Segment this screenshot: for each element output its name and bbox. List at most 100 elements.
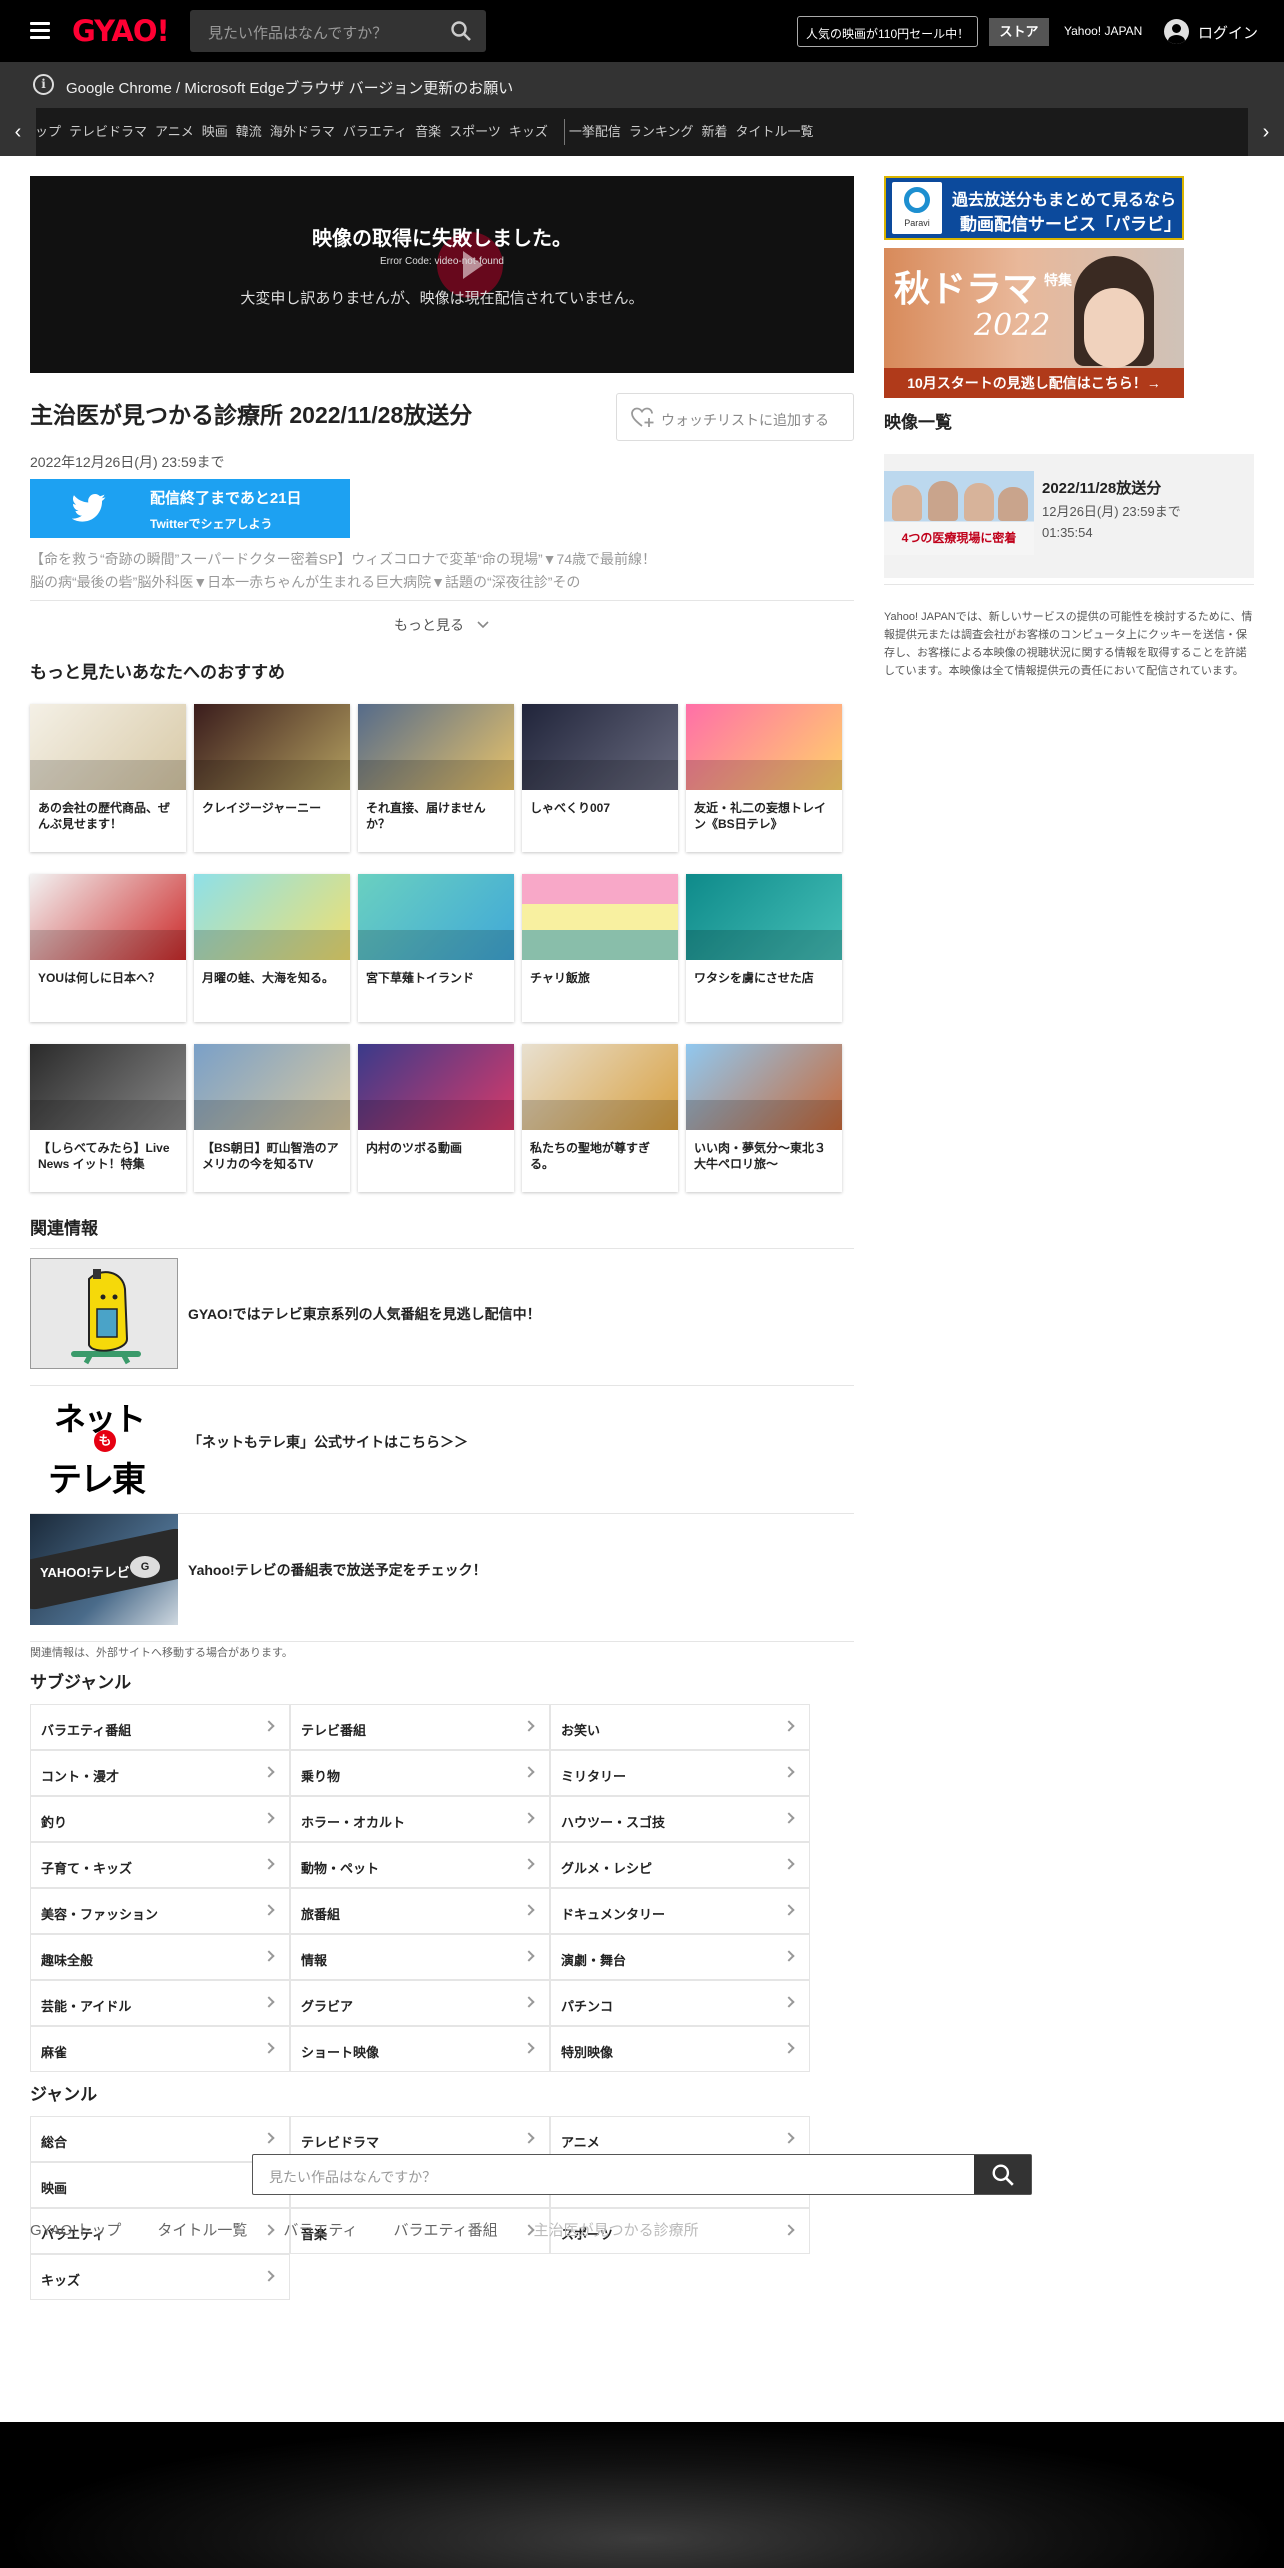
- promo-banner[interactable]: 人気の映画が110円セール中！: [797, 16, 979, 47]
- subgenre-link[interactable]: 趣味全般: [30, 1934, 290, 1980]
- subgenre-link[interactable]: 情報: [290, 1934, 550, 1980]
- yahoo-japan-link[interactable]: Yahoo! JAPAN: [1064, 24, 1142, 38]
- nav-item[interactable]: バラエティ: [343, 108, 417, 156]
- autumn-drama-banner[interactable]: 秋ドラマ 特集 2022 10月スタートの見逃し配信はこちら！→: [884, 248, 1184, 398]
- nav-item[interactable]: アニメ: [155, 108, 204, 156]
- autumn-drama-sub: 特集: [1044, 272, 1072, 288]
- subgenre-link[interactable]: ショート映像: [290, 2026, 550, 2072]
- nav-left-arrow-icon[interactable]: ‹: [0, 108, 36, 156]
- nav-item[interactable]: スポーツ: [449, 108, 511, 156]
- subgenre-link[interactable]: ホラー・オカルト: [290, 1796, 550, 1842]
- nav-item[interactable]: トップ: [36, 108, 71, 156]
- yahoo-cookie-note: Yahoo! JAPANでは、新しいサービスの提供の可能性を検討するために、情報…: [884, 611, 1253, 677]
- genre-link[interactable]: キッズ: [30, 2254, 290, 2300]
- recommend-card[interactable]: 【しらべてみたら】Live News イット！特集: [30, 1044, 186, 1192]
- related-item[interactable]: GYAO!ではテレビ東京系列の人気番組を見逃し配信中！: [30, 1258, 854, 1386]
- genre-link[interactable]: 映画: [30, 2162, 290, 2208]
- recommend-card[interactable]: それ直接、届けませんか？: [358, 704, 514, 852]
- recommend-card[interactable]: 私たちの聖地が尊すぎる。: [522, 1044, 678, 1192]
- program-title: 主治医が見つかる診療所 2022/11/28放送分: [30, 402, 473, 428]
- recommend-card[interactable]: いい肉・夢気分～東北３大牛ペロリ旅～: [686, 1044, 842, 1192]
- recommend-card[interactable]: 宮下草薙トイランド: [358, 874, 514, 1022]
- bottom-search-button[interactable]: [974, 2155, 1031, 2194]
- subgenre-link[interactable]: テレビ番組: [290, 1704, 550, 1750]
- video-player[interactable]: 映像の取得に失敗しました。 Error Code: video-not-foun…: [30, 176, 854, 373]
- subgenre-link[interactable]: 麻雀: [30, 2026, 290, 2072]
- nav-item[interactable]: タイトル一覧: [736, 108, 824, 156]
- subgenre-link[interactable]: ドキュメンタリー: [550, 1888, 810, 1934]
- subgenre-link[interactable]: 芸能・アイドル: [30, 1980, 290, 2026]
- recommend-title: いい肉・夢気分～東北３大牛ペロリ旅～: [694, 1141, 827, 1171]
- video-list-item[interactable]: 4つの医療現場に密着 2022/11/28放送分 12月26日(月) 23:59…: [884, 454, 1254, 578]
- genre-link[interactable]: 総合: [30, 2116, 290, 2162]
- recommend-title: 友近・礼二の妄想トレイン《BS日テレ》: [694, 801, 827, 831]
- gyao-logo[interactable]: GYAO!: [72, 14, 170, 48]
- nav-item[interactable]: ランキング: [629, 108, 704, 156]
- recommend-card[interactable]: YOUは何しに日本へ？: [30, 874, 186, 1022]
- nav-right-arrow-icon[interactable]: ›: [1248, 108, 1284, 156]
- twitter-icon: [72, 493, 106, 522]
- recommend-thumbnail: [194, 874, 350, 960]
- genre-label: 総合: [41, 2135, 68, 2150]
- related-item[interactable]: YAHOO!テレビ G Yahoo!テレビの番組表で放送予定をチェック！: [30, 1514, 854, 1642]
- paravi-banner[interactable]: Paravi 過去放送分もまとめて見るなら 動画配信サービス「パラビ」: [884, 176, 1184, 240]
- chevron-right-icon: [783, 1996, 795, 2008]
- watchlist-button[interactable]: ウォッチリストに追加する: [616, 393, 854, 441]
- nav-item[interactable]: 新着: [701, 108, 737, 156]
- paravi-line1: 過去放送分もまとめて見るなら: [952, 192, 1177, 209]
- recommend-card[interactable]: チャリ飯旅: [522, 874, 678, 1022]
- store-button[interactable]: ストア: [989, 18, 1049, 46]
- breadcrumb-item[interactable]: バラエティ: [283, 2222, 357, 2239]
- recommend-card[interactable]: 月曜の蛙、大海を知る。: [194, 874, 350, 1022]
- bottom-search-input[interactable]: 見たい作品はなんですか？: [252, 2154, 1032, 2195]
- user-icon[interactable]: [1164, 19, 1189, 44]
- nav-item[interactable]: 韓流: [236, 108, 272, 156]
- breadcrumb-item[interactable]: GYAO!トップ: [30, 2222, 121, 2239]
- subgenre-link[interactable]: 特別映像: [550, 2026, 810, 2072]
- subgenre-link[interactable]: コント・漫才: [30, 1750, 290, 1796]
- subgenre-link[interactable]: 美容・ファッション: [30, 1888, 290, 1934]
- subgenre-label: コント・漫才: [41, 1769, 120, 1784]
- recommend-card[interactable]: ワタシを虜にさせた店: [686, 874, 842, 1022]
- recommend-card[interactable]: 友近・礼二の妄想トレイン《BS日テレ》: [686, 704, 842, 852]
- subgenre-link[interactable]: 演劇・舞台: [550, 1934, 810, 1980]
- nav-item[interactable]: 海外ドラマ: [270, 108, 345, 156]
- subgenre-link[interactable]: 動物・ペット: [290, 1842, 550, 1888]
- recommend-card[interactable]: 内村のツボる動画: [358, 1044, 514, 1192]
- twitter-share-button[interactable]: 配信終了まであと21日 Twitterでシェアしよう: [30, 479, 350, 538]
- nav-item[interactable]: テレビドラマ: [69, 108, 157, 156]
- related-item[interactable]: ネット も テレ東 「ネットもテレ東」公式サイトはこちら＞＞: [30, 1386, 854, 1514]
- nav-item[interactable]: 映画: [202, 108, 238, 156]
- subgenre-link[interactable]: 旅番組: [290, 1888, 550, 1934]
- remote-label: YAHOO!テレビ: [40, 1565, 130, 1580]
- subgenre-link[interactable]: 乗り物: [290, 1750, 550, 1796]
- recommend-card[interactable]: しゃべくり007: [522, 704, 678, 852]
- recommend-card[interactable]: クレイジージャーニー: [194, 704, 350, 852]
- browser-update-notice[interactable]: i Google Chrome / Microsoft Edgeブラウザ バージ…: [0, 62, 1284, 108]
- subgenre-link[interactable]: 子育て・キッズ: [30, 1842, 290, 1888]
- subgenre-link[interactable]: ミリタリー: [550, 1750, 810, 1796]
- subgenre-link[interactable]: グルメ・レシピ: [550, 1842, 810, 1888]
- nav-item[interactable]: 一挙配信: [569, 108, 631, 156]
- subgenre-link[interactable]: グラビア: [290, 1980, 550, 2026]
- subgenre-link[interactable]: ハウツー・スゴ技: [550, 1796, 810, 1842]
- search-icon[interactable]: [450, 20, 472, 42]
- menu-icon[interactable]: [30, 22, 50, 40]
- subgenre-link[interactable]: 釣り: [30, 1796, 290, 1842]
- login-link[interactable]: ログイン: [1198, 22, 1258, 43]
- show-more-button[interactable]: もっと見る: [30, 600, 854, 640]
- nav-item[interactable]: 音楽: [415, 108, 451, 156]
- page: { "header": { "logo": "GYAO!", "search_p…: [0, 0, 1284, 2568]
- subgenre-link[interactable]: パチンコ: [550, 1980, 810, 2026]
- recommend-card[interactable]: 【BS朝日】町山智浩のアメリカの今を知るTV: [194, 1044, 350, 1192]
- recommend-card[interactable]: あの会社の歴代商品、ぜんぶ見せます！: [30, 704, 186, 852]
- nav-item[interactable]: キッズ: [509, 108, 558, 156]
- subgenre-link[interactable]: お笑い: [550, 1704, 810, 1750]
- recommend-thumbnail: [194, 1044, 350, 1130]
- program-description: 【命を救う“奇跡の瞬間”スーパードクター密着SP】ウィズコロナで変革“命の現場”…: [30, 551, 657, 590]
- breadcrumb-item[interactable]: タイトル一覧: [157, 2222, 247, 2239]
- subgenre-link[interactable]: バラエティ番組: [30, 1704, 290, 1750]
- header-search-input[interactable]: 見たい作品はなんですか？: [190, 10, 486, 52]
- recommend-thumbnail: [30, 704, 186, 790]
- breadcrumb-item[interactable]: バラエティ番組: [394, 2222, 498, 2239]
